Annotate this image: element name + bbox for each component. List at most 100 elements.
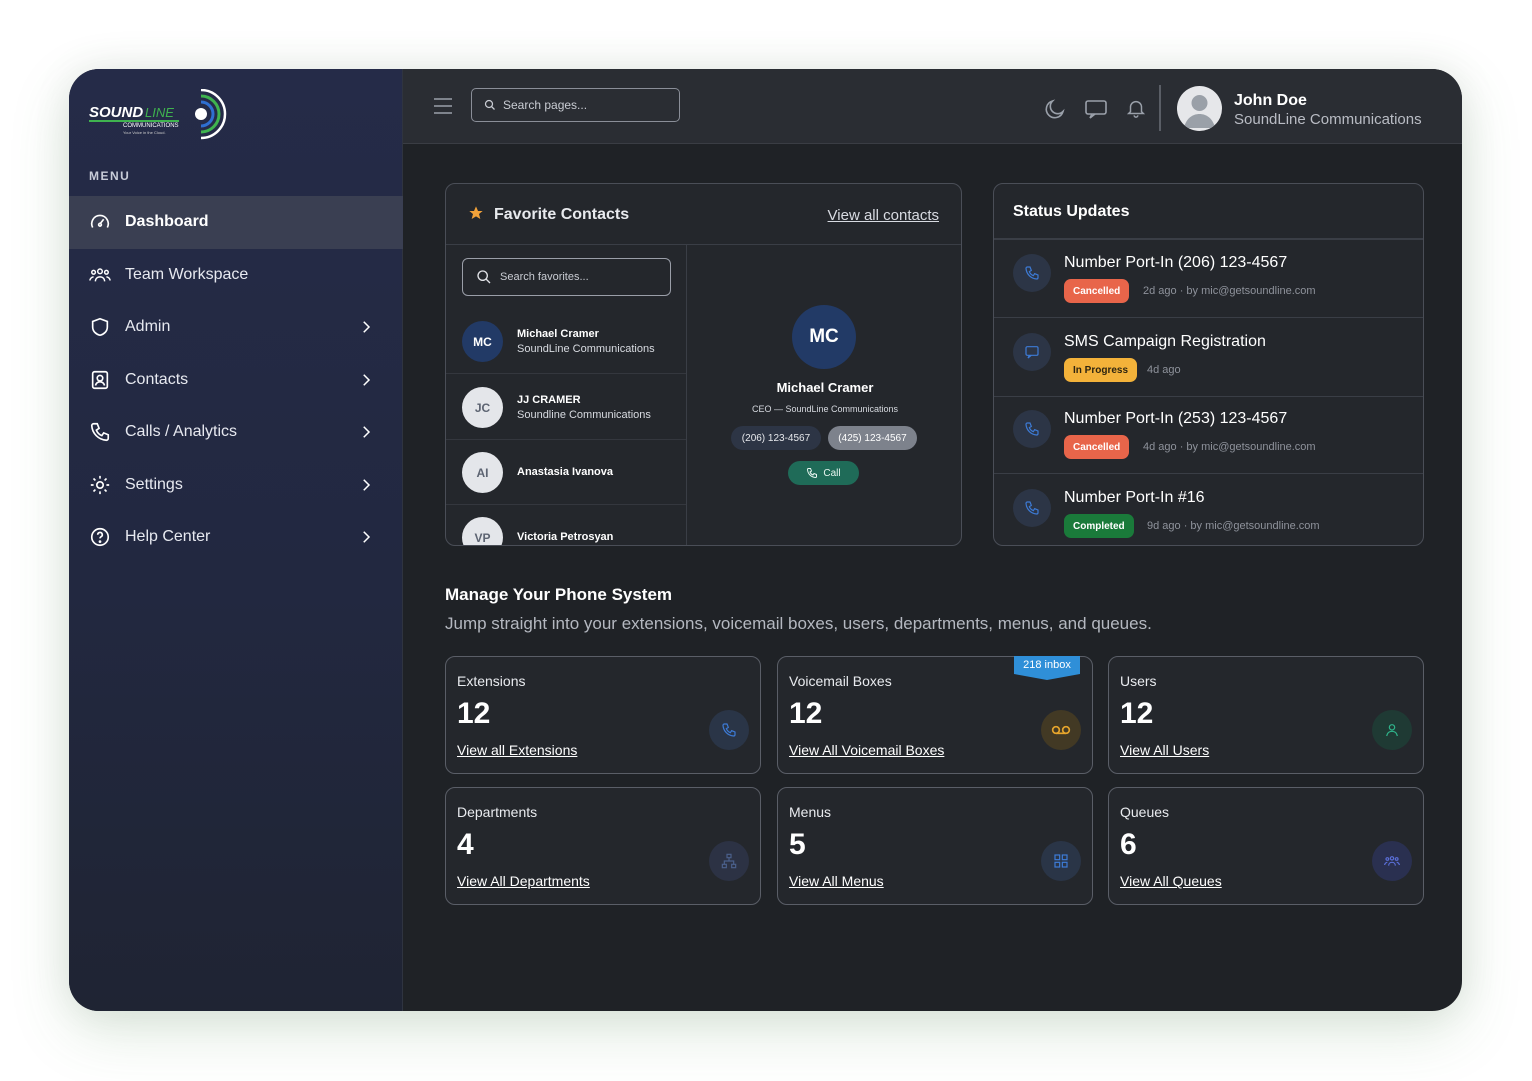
phone-number-pill[interactable]: (206) 123-4567: [731, 426, 821, 450]
star-icon: [468, 205, 484, 226]
view-all-voicemail-boxes-link[interactable]: View All Voicemail Boxes: [789, 742, 944, 758]
tile-count: 12: [789, 697, 823, 730]
status-badge: Cancelled: [1064, 435, 1130, 459]
sidebar-item-help-center[interactable]: Help Center: [69, 511, 403, 564]
top-bar: Search pages... John Doe SoundLine Commu…: [403, 69, 1462, 144]
tile-label: Users: [1120, 673, 1157, 689]
sidebar-item-contacts[interactable]: Contacts: [69, 354, 403, 407]
logo-sub: COMMUNICATIONS: [123, 123, 179, 129]
status-meta: 2d ago · by mic@getsoundline.com: [1143, 285, 1316, 297]
contact-avatar: MC: [462, 321, 503, 362]
call-button[interactable]: Call: [788, 461, 859, 485]
contact-org: Soundline Communications: [517, 409, 651, 421]
tile-count: 6: [1120, 828, 1137, 861]
voicemail-boxes-tile[interactable]: 218 inbox Voicemail Boxes 12 View All Vo…: [777, 656, 1093, 774]
top-icons: [1043, 97, 1147, 126]
user-icon: [1372, 710, 1412, 750]
bell-icon[interactable]: [1125, 97, 1147, 126]
contact-name: Michael Cramer: [517, 328, 599, 340]
view-all-extensions-link[interactable]: View all Extensions: [457, 742, 577, 758]
contact-avatar: VP: [462, 517, 503, 545]
status-item[interactable]: Number Port-In (206) 123-4567 Cancelled …: [994, 240, 1423, 318]
avatar[interactable]: [1177, 86, 1222, 131]
contact-name: Anastasia Ivanova: [517, 466, 613, 478]
list-item[interactable]: AI Anastasia Ivanova: [446, 440, 686, 505]
sidebar-item-settings[interactable]: Settings: [69, 459, 403, 512]
view-all-contacts-link[interactable]: View all contacts: [828, 207, 939, 224]
menus-tile[interactable]: Menus 5 View All Menus: [777, 787, 1093, 905]
logo-word-2: LINE: [145, 105, 174, 120]
view-all-departments-link[interactable]: View All Departments: [457, 873, 590, 889]
status-updates-card: Status Updates Number Port-In (206) 123-…: [993, 183, 1424, 546]
page-search-input[interactable]: Search pages...: [471, 88, 680, 122]
sidebar-item-team-workspace[interactable]: Team Workspace: [69, 249, 403, 302]
extensions-tile[interactable]: Extensions 12 View all Extensions: [445, 656, 761, 774]
grid-icon: [1041, 841, 1081, 881]
status-title: Number Port-In #16: [1064, 489, 1205, 506]
status-badge: Cancelled: [1064, 279, 1130, 303]
sidebar-item-label: Admin: [125, 318, 171, 336]
favorite-contacts-card: Favorite Contacts View all contacts Sear…: [445, 183, 962, 546]
departments-tile[interactable]: Departments 4 View All Departments: [445, 787, 761, 905]
tile-label: Queues: [1120, 804, 1170, 820]
status-meta: 9d ago · by mic@getsoundline.com: [1147, 520, 1320, 532]
hamburger-menu-icon[interactable]: [433, 96, 453, 116]
inbox-badge-label: 218 inbox: [1023, 659, 1071, 671]
team-icon: [89, 264, 111, 286]
app-window: SOUND LINE COMMUNICATIONS Your Voice in …: [69, 69, 1462, 1011]
search-icon: [484, 99, 495, 110]
chevron-right-icon: [357, 423, 375, 441]
inbox-badge: 218 inbox: [1014, 656, 1080, 680]
view-all-users-link[interactable]: View All Users: [1120, 742, 1209, 758]
status-updates-title: Status Updates: [1013, 203, 1130, 220]
list-item[interactable]: MC Michael Cramer SoundLine Communicatio…: [446, 309, 686, 374]
queues-tile[interactable]: Queues 6 View All Queues: [1108, 787, 1424, 905]
moon-icon[interactable]: [1043, 97, 1067, 126]
sidebar-item-admin[interactable]: Admin: [69, 301, 403, 354]
status-item[interactable]: Number Port-In #16 Completed 9d ago · by…: [994, 475, 1423, 545]
phone-icon: [1013, 410, 1051, 448]
help-icon: [89, 526, 111, 548]
sidebar: SOUND LINE COMMUNICATIONS Your Voice in …: [69, 69, 403, 1011]
user-org: SoundLine Communications: [1234, 111, 1422, 128]
sidebar-item-label: Contacts: [125, 370, 189, 388]
phone-icon: [89, 421, 111, 443]
contact-card-icon: [89, 369, 111, 391]
gauge-icon: [89, 211, 111, 233]
voicemail-icon: [1041, 710, 1081, 750]
logo-tagline: Your Voice in the Cloud.: [123, 130, 166, 135]
users-tile[interactable]: Users 12 View All Users: [1108, 656, 1424, 774]
tile-count: 12: [457, 697, 491, 730]
contact-org: SoundLine Communications: [517, 343, 655, 355]
sidebar-item-label: Calls / Analytics: [125, 423, 238, 441]
contact-name: Victoria Petrosyan: [517, 531, 614, 543]
sidebar-item-dashboard[interactable]: Dashboard: [69, 196, 403, 249]
chevron-right-icon: [357, 528, 375, 546]
view-all-queues-link[interactable]: View All Queues: [1120, 873, 1222, 889]
status-meta: 4d ago · by mic@getsoundline.com: [1143, 441, 1316, 453]
list-item[interactable]: VP Victoria Petrosyan: [446, 505, 686, 545]
sidebar-item-calls-analytics[interactable]: Calls / Analytics: [69, 406, 403, 459]
status-title: Number Port-In (206) 123-4567: [1064, 254, 1288, 271]
favorites-search-input[interactable]: Search favorites...: [462, 258, 671, 296]
contact-avatar: JC: [462, 387, 503, 428]
user-name[interactable]: John Doe: [1234, 92, 1307, 110]
tile-label: Voicemail Boxes: [789, 673, 892, 689]
contact-detail-avatar: MC: [792, 305, 856, 369]
search-icon: [477, 270, 491, 284]
org-chart-icon: [709, 841, 749, 881]
chat-icon[interactable]: [1084, 97, 1108, 126]
tile-count: 5: [789, 828, 806, 861]
soundline-logo[interactable]: SOUND LINE COMMUNICATIONS Your Voice in …: [89, 88, 229, 141]
list-item[interactable]: JC JJ CRAMER Soundline Communications: [446, 375, 686, 440]
status-item[interactable]: Number Port-In (253) 123-4567 Cancelled …: [994, 396, 1423, 474]
search-placeholder: Search pages...: [503, 98, 588, 112]
status-title: Number Port-In (253) 123-4567: [1064, 410, 1288, 427]
phone-number-pill[interactable]: (425) 123-4567: [828, 426, 917, 450]
group-icon: [1372, 841, 1412, 881]
phone-icon: [709, 710, 749, 750]
status-item[interactable]: SMS Campaign Registration In Progress 4d…: [994, 319, 1423, 397]
sidebar-item-label: Settings: [125, 475, 183, 493]
view-all-menus-link[interactable]: View All Menus: [789, 873, 884, 889]
phone-icon: [1013, 489, 1051, 527]
